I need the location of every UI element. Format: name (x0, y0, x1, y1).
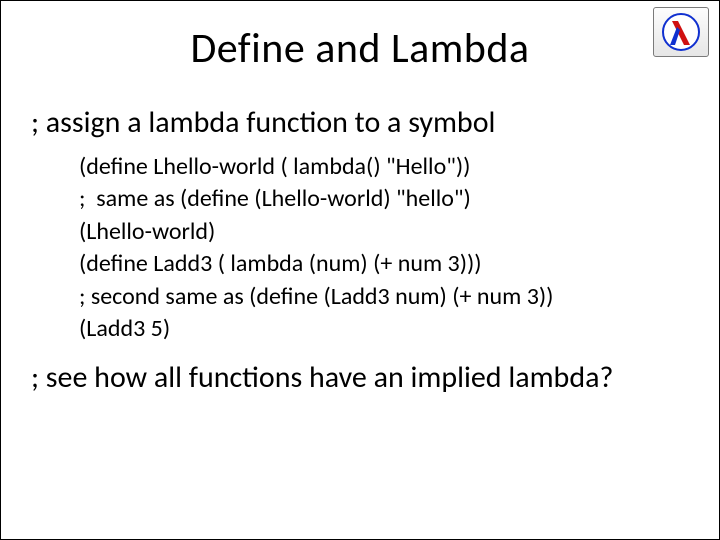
code-line: (Ladd3 5) (79, 313, 719, 345)
code-line: ; same as (define (Lhello-world) "hello"… (79, 183, 719, 215)
slide: Define and Lambda ; assign a lambda func… (0, 0, 720, 540)
code-line: (Lhello-world) (79, 216, 719, 248)
slide-subtitle: ; assign a lambda function to a symbol (31, 104, 719, 141)
code-line: (define Ladd3 ( lambda (num) (+ num 3))) (79, 248, 719, 280)
lambda-logo-icon (653, 7, 709, 57)
code-line: ; second same as (define (Ladd3 num) (+ … (79, 281, 719, 313)
code-block: (define Lhello-world ( lambda() "Hello")… (79, 151, 719, 345)
slide-title: Define and Lambda (1, 23, 719, 74)
slide-footnote: ; see how all functions have an implied … (31, 359, 719, 396)
code-line: (define Lhello-world ( lambda() "Hello")… (79, 151, 719, 183)
